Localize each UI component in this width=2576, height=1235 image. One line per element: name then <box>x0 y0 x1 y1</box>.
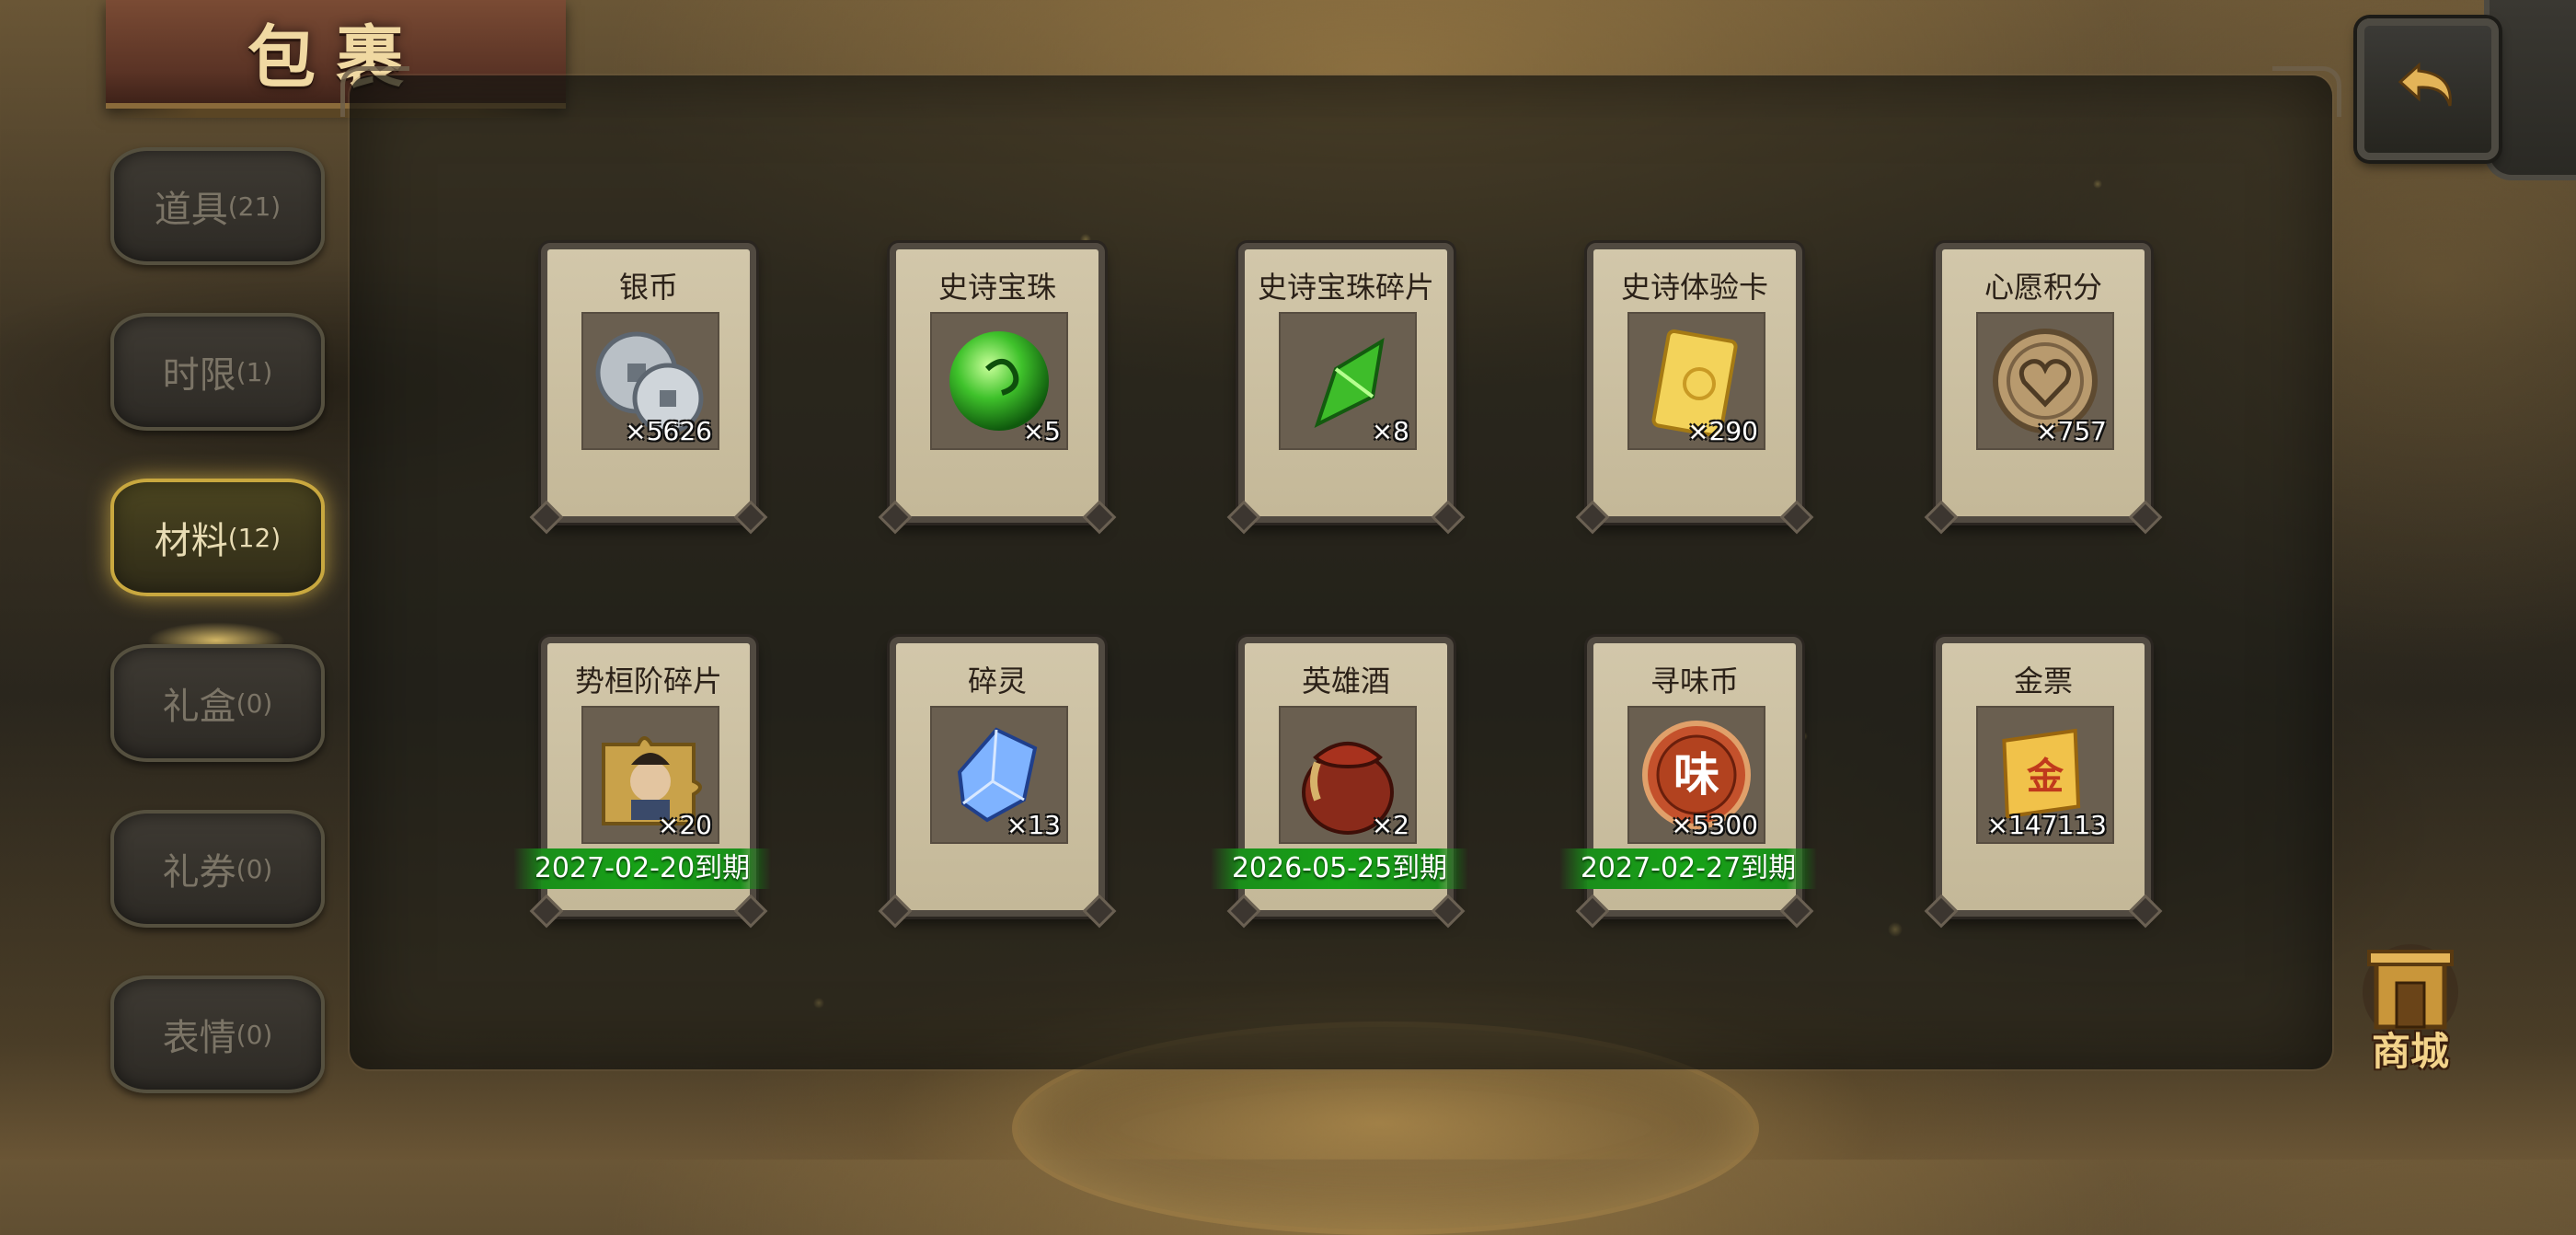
back-button[interactable] <box>2357 18 2499 160</box>
tab-count: (1) <box>236 356 273 387</box>
tab-label: 礼券 <box>162 851 236 894</box>
item-card[interactable]: 银币 ×5626 <box>541 243 756 523</box>
item-card[interactable]: 史诗体验卡 ×290 <box>1587 243 1802 523</box>
tab-time-limited[interactable]: 时限 (1) <box>110 313 325 431</box>
item-name: 心愿积分 <box>1984 270 2102 305</box>
item-name: 史诗宝珠 <box>937 270 1056 305</box>
shop-button[interactable]: 商城 <box>2341 939 2479 1077</box>
item-icon-frame: ×2 <box>1279 706 1417 844</box>
item-icon-frame: 金 ×147113 <box>1976 706 2114 844</box>
tab-count: (12) <box>227 522 282 553</box>
item-quantity: ×5626 <box>625 416 712 446</box>
expiry-badge: 2026-05-25到期 <box>1211 848 1468 889</box>
item-quantity: ×5300 <box>1671 810 1758 840</box>
item-quantity: ×2 <box>1371 810 1409 840</box>
tab-gift-boxes[interactable]: 礼盒 (0) <box>110 644 325 762</box>
item-icon-frame: ×5626 <box>581 312 719 450</box>
tab-count: (0) <box>236 853 273 884</box>
tab-count: (0) <box>236 1019 273 1050</box>
item-icon-frame: ×290 <box>1627 312 1765 450</box>
tab-coupons[interactable]: 礼券 (0) <box>110 810 325 928</box>
panel-corner-ornament <box>340 66 409 117</box>
item-name: 寻味币 <box>1650 664 1739 698</box>
tab-count: (21) <box>227 190 282 222</box>
item-quantity: ×757 <box>2036 416 2107 446</box>
gold-scroll-glyph: 金 <box>2026 755 2064 798</box>
item-icon-frame: ×757 <box>1976 312 2114 450</box>
tab-label: 礼盒 <box>162 686 236 728</box>
item-name: 势桓阶碎片 <box>574 664 722 698</box>
tab-count: (0) <box>236 687 273 719</box>
item-name: 碎灵 <box>967 664 1027 698</box>
item-card[interactable]: 史诗宝珠碎片 ×8 <box>1238 243 1454 523</box>
tab-label: 材料 <box>154 520 228 562</box>
item-icon-frame: 味 ×5300 <box>1627 706 1765 844</box>
item-icon-frame: ×5 <box>930 312 1068 450</box>
item-name: 史诗体验卡 <box>1620 270 1768 305</box>
item-name: 银币 <box>618 270 678 305</box>
item-card[interactable]: 金票 金 ×147113 <box>1936 637 2151 917</box>
back-arrow-icon <box>2398 62 2452 107</box>
tab-label: 道具 <box>154 189 228 231</box>
inventory-panel <box>340 66 2341 1069</box>
item-icon-frame: ×20 <box>581 706 719 844</box>
item-icon-frame: ×8 <box>1279 312 1417 450</box>
tab-items[interactable]: 道具 (21) <box>110 147 325 265</box>
item-card[interactable]: 史诗宝珠 ×5 <box>890 243 1105 523</box>
item-name: 金票 <box>2013 664 2073 698</box>
expiry-badge: 2027-02-27到期 <box>1559 848 1817 889</box>
item-card[interactable]: 心愿积分 ×757 <box>1936 243 2151 523</box>
item-quantity: ×8 <box>1371 416 1409 446</box>
panel-corner-ornament <box>2272 66 2341 117</box>
flavor-coin-glyph: 味 <box>1673 748 1719 802</box>
item-quantity: ×13 <box>1006 810 1061 840</box>
item-name: 史诗宝珠碎片 <box>1257 270 1434 305</box>
shop-label: 商城 <box>2371 1029 2449 1074</box>
tab-label: 表情 <box>162 1017 236 1059</box>
item-name: 英雄酒 <box>1301 664 1390 698</box>
item-quantity: ×290 <box>1687 416 1758 446</box>
tab-materials[interactable]: 材料 (12) <box>110 479 325 596</box>
item-card[interactable]: 碎灵 ×13 <box>890 637 1105 917</box>
item-quantity: ×5 <box>1022 416 1061 446</box>
tab-emotes[interactable]: 表情 (0) <box>110 975 325 1093</box>
tab-label: 时限 <box>162 354 236 397</box>
expiry-badge: 2027-02-20到期 <box>513 848 771 889</box>
item-icon-frame: ×13 <box>930 706 1068 844</box>
item-quantity: ×20 <box>657 810 712 840</box>
item-quantity: ×147113 <box>1986 810 2107 840</box>
